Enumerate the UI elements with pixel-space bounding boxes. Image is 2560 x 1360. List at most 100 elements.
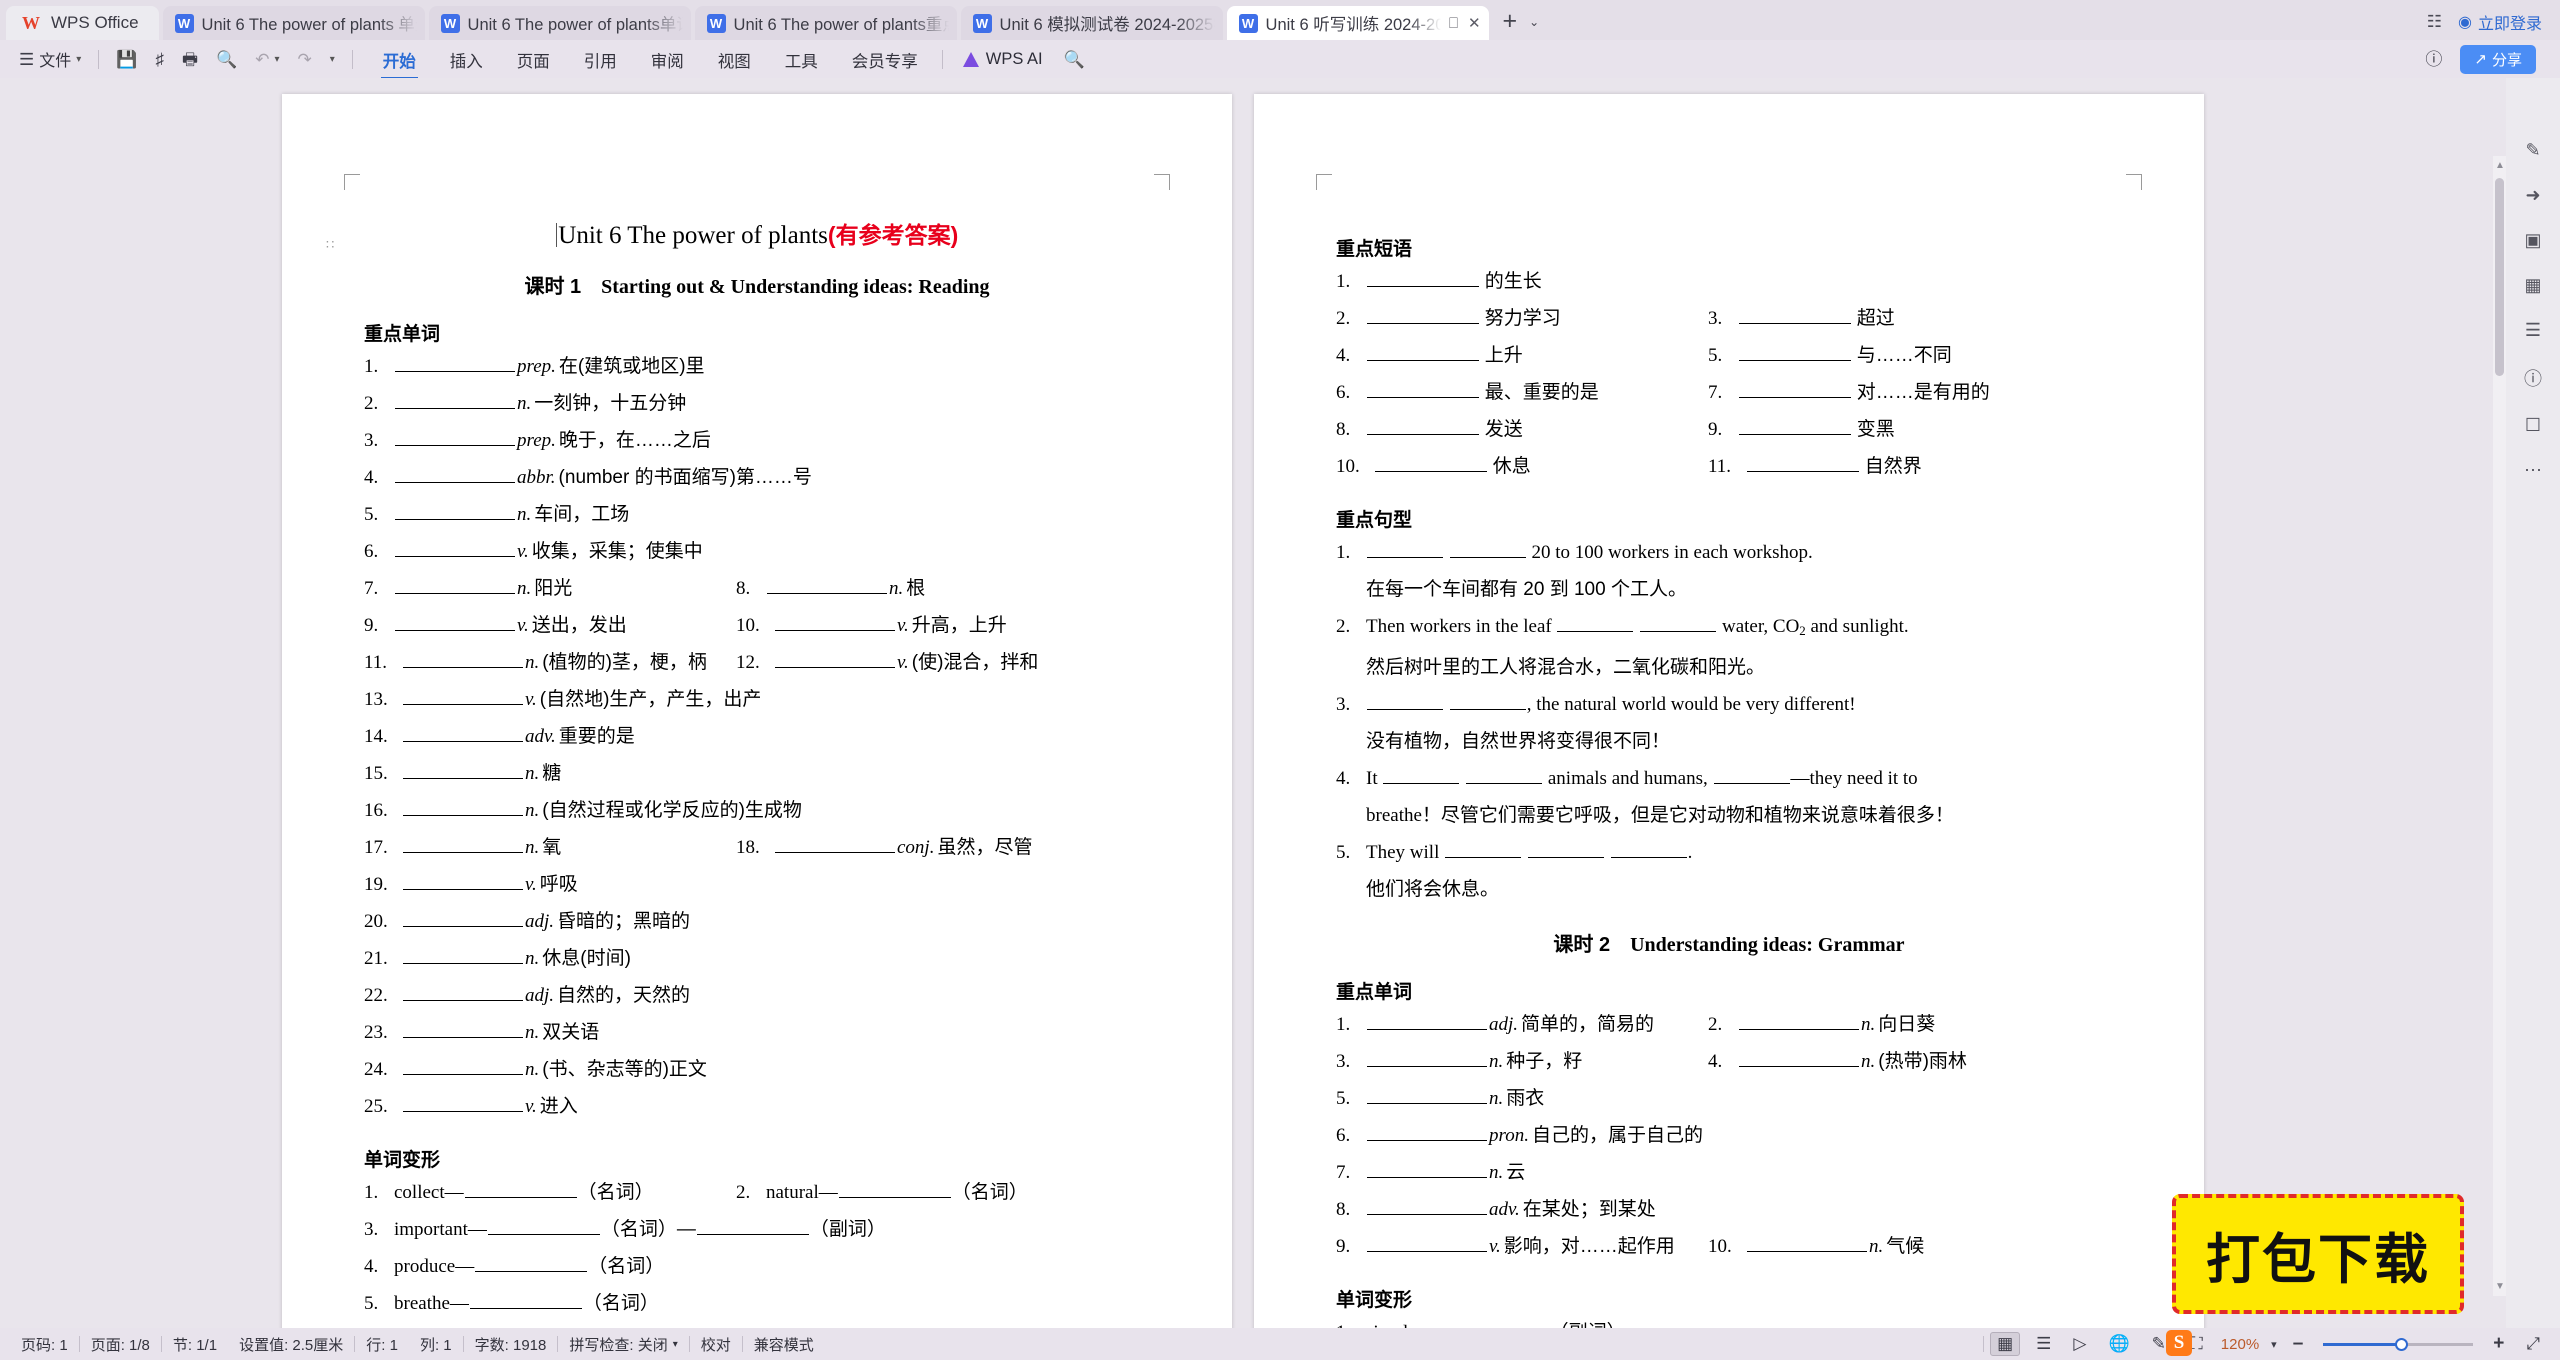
cursor-select-icon[interactable]: ➜ — [2525, 185, 2540, 206]
answer-blank[interactable] — [1640, 617, 1717, 632]
zoom-slider[interactable] — [2315, 1337, 2481, 1351]
read-view-icon[interactable]: ▷ — [2063, 1334, 2096, 1354]
answer-blank[interactable] — [838, 1183, 951, 1198]
answer-blank[interactable] — [1739, 1015, 1859, 1031]
sogou-input-badge[interactable]: S — [2166, 1330, 2192, 1356]
print-preview-button[interactable]: 🔍 — [207, 44, 246, 74]
pen-tool-icon[interactable]: ✎ — [2525, 140, 2540, 161]
chevron-down-icon[interactable]: ▾ — [274, 54, 279, 65]
tab-view[interactable]: 视图 — [702, 44, 767, 75]
document-workspace[interactable]: ∷ Unit 6 The power of plants(有参考答案) 课时 1… — [0, 78, 2560, 1328]
status-compat-mode[interactable]: 兼容模式 — [743, 1334, 825, 1355]
answer-blank[interactable] — [395, 579, 515, 594]
table-tool-icon[interactable]: ▦ — [2524, 275, 2541, 296]
answer-blank[interactable] — [1713, 769, 1790, 785]
status-proofread[interactable]: 校对 — [690, 1334, 742, 1355]
chevron-down-icon[interactable]: ▾ — [2267, 1338, 2281, 1351]
answer-blank[interactable] — [403, 912, 523, 927]
answer-blank[interactable] — [403, 801, 523, 816]
download-overlay-banner[interactable]: 打包下载 — [2172, 1194, 2464, 1314]
help-icon[interactable]: ⓘ — [2425, 51, 2442, 68]
answer-blank[interactable] — [1739, 420, 1851, 435]
image-tool-icon[interactable]: ☐ — [2525, 415, 2541, 436]
answer-blank[interactable] — [395, 394, 515, 409]
answer-blank[interactable] — [767, 579, 887, 594]
answer-blank[interactable] — [469, 1294, 582, 1309]
wps-ai-button[interactable]: WPS AI — [951, 50, 1055, 69]
outline-view-icon[interactable]: ☰ — [2026, 1334, 2061, 1354]
answer-blank[interactable] — [395, 505, 515, 520]
page-view-icon[interactable]: ▦ — [1990, 1332, 2021, 1356]
chevron-down-icon[interactable]: ⌄ — [1529, 15, 1539, 29]
answer-blank[interactable] — [1367, 1237, 1487, 1253]
zoom-slider-knob[interactable] — [2395, 1337, 2409, 1351]
zoom-slider-track[interactable] — [2323, 1337, 2474, 1351]
apps-grid-icon[interactable]: ☷ — [2427, 12, 2442, 32]
tab-review[interactable]: 审阅 — [635, 44, 700, 75]
answer-blank[interactable] — [775, 616, 895, 631]
answer-blank[interactable] — [403, 764, 523, 779]
document-tab-1[interactable]: W Unit 6 The power of plants 单元测 — [162, 6, 425, 40]
scroll-down-arrow-icon[interactable]: ▼ — [2495, 1281, 2505, 1292]
tab-tools[interactable]: 工具 — [769, 44, 834, 75]
vertical-scrollbar[interactable]: ▲ ▼ — [2493, 156, 2506, 1296]
answer-blank[interactable] — [775, 838, 895, 853]
document-tab-4[interactable]: W Unit 6 模拟测试卷 2024-2025学年外 — [960, 6, 1223, 40]
tab-reference[interactable]: 引用 — [568, 44, 633, 75]
scroll-up-arrow-icon[interactable]: ▲ — [2495, 160, 2505, 171]
answer-blank[interactable] — [1367, 420, 1479, 435]
print-button[interactable]: 🖶 — [173, 44, 207, 74]
answer-blank[interactable] — [403, 986, 523, 1001]
answer-blank[interactable] — [1383, 769, 1460, 785]
answer-blank[interactable] — [487, 1220, 600, 1235]
answer-blank[interactable] — [1367, 1089, 1487, 1105]
answer-blank[interactable] — [403, 1060, 523, 1075]
answer-blank[interactable] — [395, 357, 515, 372]
answer-blank[interactable] — [1367, 1015, 1487, 1031]
quick-access-more-button[interactable]: ▾ — [321, 44, 344, 74]
document-tab-2[interactable]: W Unit 6 The power of plants单词英汉 — [428, 6, 691, 40]
file-menu-button[interactable]: ☰ 文件 ▾ — [10, 44, 90, 74]
answer-blank[interactable] — [1367, 1200, 1487, 1216]
answer-blank[interactable] — [403, 875, 523, 890]
more-options-icon[interactable]: ⋯ — [2524, 460, 2542, 481]
answer-blank[interactable] — [1610, 843, 1687, 859]
answer-blank[interactable] — [1747, 457, 1859, 472]
save-button[interactable]: 💾 — [107, 44, 146, 74]
zoom-level[interactable]: 120% — [2215, 1336, 2265, 1353]
answer-blank[interactable] — [1747, 1237, 1867, 1253]
answer-blank[interactable] — [1449, 543, 1526, 558]
document-tab-5-active[interactable]: W Unit 6 听写训练 2024-2025学 ⎕ ✕ — [1226, 6, 1489, 40]
share-button[interactable]: ↗ 分享 — [2460, 44, 2536, 74]
web-view-icon[interactable]: 🌐 — [2098, 1334, 2139, 1354]
answer-blank[interactable] — [1367, 1052, 1487, 1068]
answer-blank[interactable] — [1367, 272, 1479, 287]
answer-blank[interactable] — [1739, 1052, 1859, 1068]
present-screen-icon[interactable]: ⎕ — [1449, 16, 1458, 31]
login-button[interactable]: ◉ 立即登录 — [2458, 10, 2542, 34]
zoom-out-button[interactable]: – — [2283, 1333, 2314, 1355]
zoom-in-button[interactable]: + — [2483, 1333, 2514, 1355]
answer-blank[interactable] — [464, 1183, 577, 1198]
new-tab-button[interactable]: + — [1503, 9, 1518, 34]
answer-blank[interactable] — [1557, 617, 1634, 632]
answer-blank[interactable] — [1367, 1126, 1487, 1142]
document-structure-icon[interactable]: ☰ — [2525, 320, 2541, 341]
document-page-1[interactable]: ∷ Unit 6 The power of plants(有参考答案) 课时 1… — [282, 94, 1232, 1328]
document-page-2[interactable]: 重点短语 1. 的生长 2. 努力学习 3. 超过 4. 上升 5. 与……不同… — [1254, 94, 2204, 1328]
fullscreen-icon[interactable]: ⤢ — [2516, 1334, 2550, 1354]
help-circle-icon[interactable]: ⓘ — [2524, 365, 2542, 391]
answer-blank[interactable] — [1445, 843, 1522, 859]
answer-blank[interactable] — [403, 653, 523, 668]
status-word-count[interactable]: 字数: 1918 — [464, 1334, 558, 1355]
answer-blank[interactable] — [403, 690, 523, 705]
redo-button[interactable]: ↷ — [288, 44, 320, 74]
answer-blank[interactable] — [395, 431, 515, 446]
answer-blank[interactable] — [403, 1097, 523, 1112]
answer-blank[interactable] — [395, 468, 515, 483]
answer-blank[interactable] — [403, 727, 523, 742]
answer-blank[interactable] — [403, 1023, 523, 1038]
answer-blank[interactable] — [1739, 346, 1851, 361]
close-icon[interactable]: ✕ — [1468, 16, 1481, 31]
answer-blank[interactable] — [1449, 695, 1526, 711]
